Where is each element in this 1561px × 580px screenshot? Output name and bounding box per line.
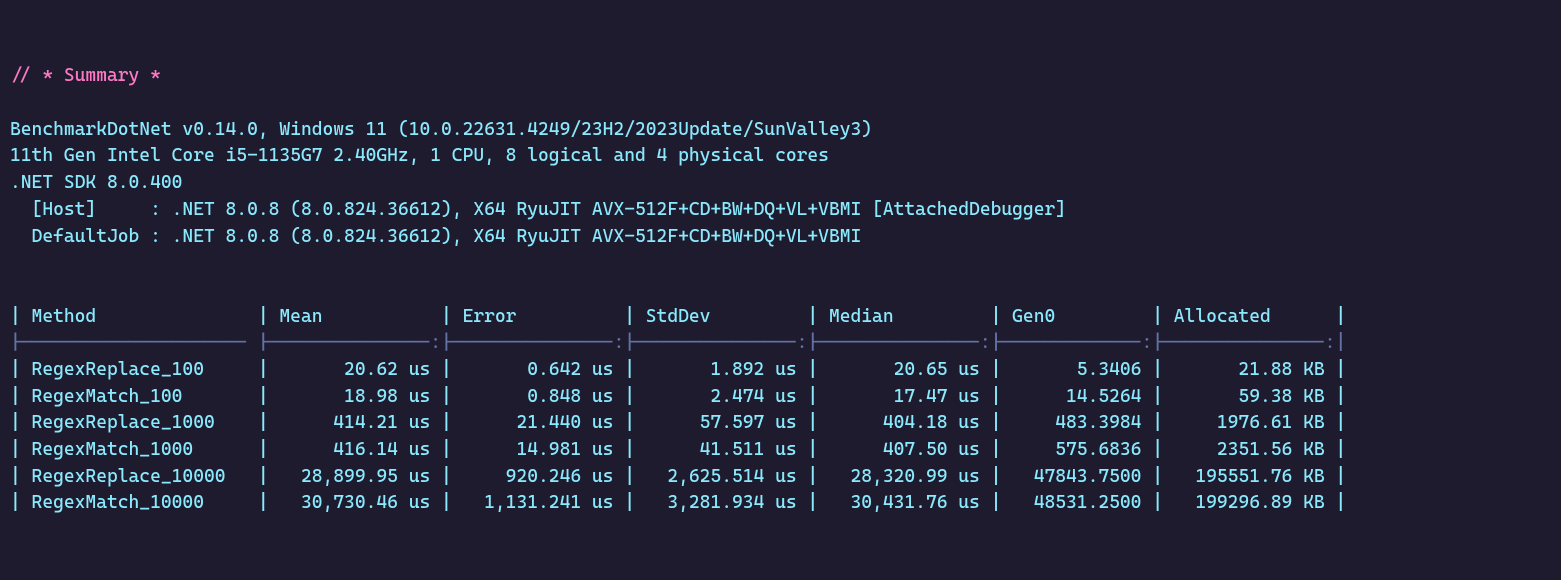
summary-comment: // * Summary * bbox=[10, 65, 161, 86]
job-line: DefaultJob : .NET 8.0.8 (8.0.824.36612),… bbox=[10, 226, 861, 247]
host-line: [Host] : .NET 8.0.8 (8.0.824.36612), X64… bbox=[10, 199, 1066, 220]
sdk-line: .NET SDK 8.0.400 bbox=[10, 172, 182, 193]
table-header-row: | Method | Mean | Error | StdDev | Media… bbox=[10, 306, 1346, 327]
table-divider-row: |--------------------- |---------------:… bbox=[10, 332, 1346, 353]
env-line: BenchmarkDotNet v0.14.0, Windows 11 (10.… bbox=[10, 119, 872, 140]
cpu-line: 11th Gen Intel Core i5-1135G7 2.40GHz, 1… bbox=[10, 145, 829, 166]
table-body: | RegexReplace_100 | 20.62 us | 0.642 us… bbox=[10, 359, 1346, 513]
